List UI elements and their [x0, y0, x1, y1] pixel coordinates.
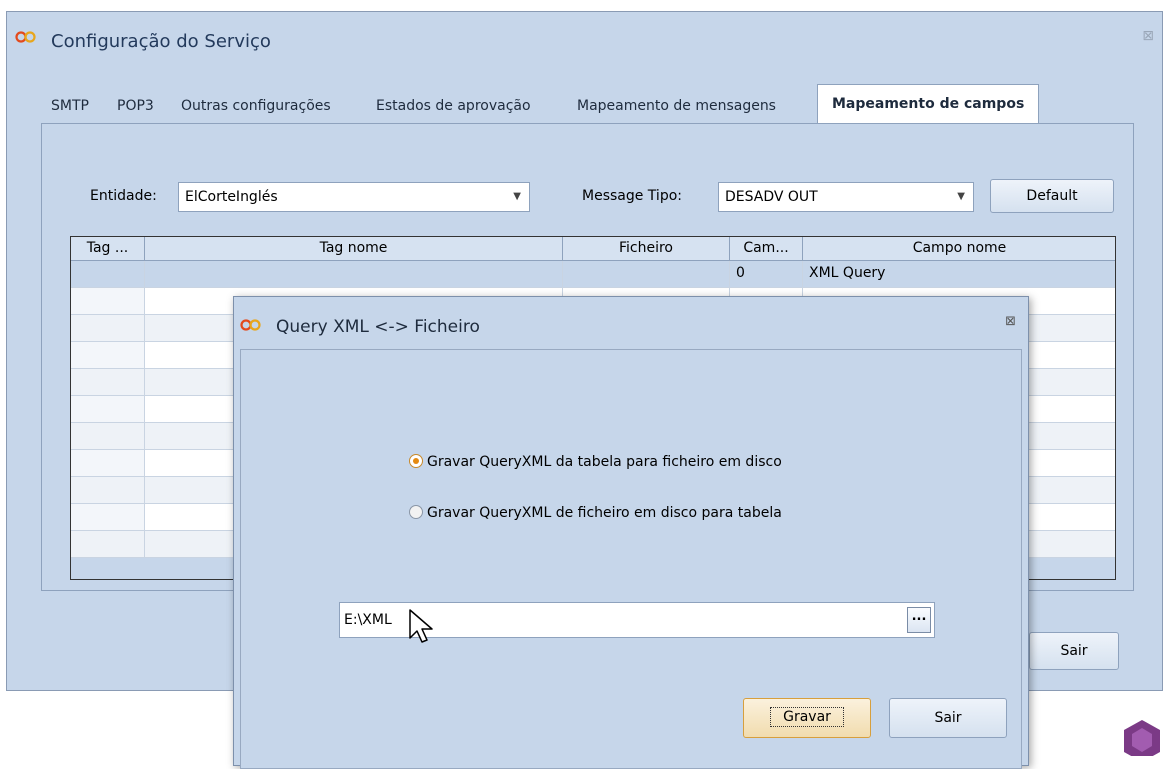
tab-mapeamento-campos[interactable]: Mapeamento de campos: [817, 84, 1040, 124]
gravar-button-label: Gravar: [770, 707, 844, 727]
main-window-title: Configuração do Serviço: [51, 31, 271, 52]
grid-cell: [71, 342, 145, 368]
grid-cell: [563, 261, 730, 287]
grid-cell: [145, 261, 563, 287]
default-button[interactable]: Default: [990, 179, 1114, 213]
option-disk-to-table[interactable]: Gravar QueryXML de ficheiro em disco par…: [409, 505, 782, 521]
option-disk-to-table-label: Gravar QueryXML de ficheiro em disco par…: [427, 505, 782, 521]
main-close-icon[interactable]: ⊠: [1142, 28, 1154, 44]
tab-strip: SMTP POP3 Outras configurações Estados d…: [41, 84, 1122, 124]
app-logo-icon: [240, 319, 261, 331]
tab-pop3[interactable]: POP3: [117, 98, 154, 114]
grid-cell: [71, 396, 145, 422]
grid-cell: [71, 423, 145, 449]
message-tipo-value: DESADV OUT: [725, 189, 818, 205]
grid-cell: [71, 288, 145, 314]
gravar-button[interactable]: Gravar: [743, 698, 871, 738]
app-logo-icon: [15, 31, 36, 43]
tab-outras-configuracoes[interactable]: Outras configurações: [181, 98, 331, 114]
radio-unselected-icon[interactable]: [409, 505, 423, 519]
message-tipo-label: Message Tipo:: [582, 188, 682, 204]
grid-cell: [71, 369, 145, 395]
grid-cell: 0: [730, 261, 803, 287]
chevron-down-icon[interactable]: ▼: [957, 183, 965, 211]
dialog-close-icon[interactable]: ⊠: [1005, 314, 1016, 329]
dialog-titlebar[interactable]: Query XML <-> Ficheiro ⊠: [234, 297, 1028, 349]
grid-cell: [71, 531, 145, 557]
tab-smtp[interactable]: SMTP: [51, 98, 89, 114]
grid-cell: [71, 261, 145, 287]
dialog-title: Query XML <-> Ficheiro: [276, 317, 480, 337]
query-xml-dialog: Query XML <-> Ficheiro ⊠ Gravar QueryXML…: [233, 296, 1029, 769]
path-value: E:\XML: [344, 612, 392, 628]
grid-cell: [71, 315, 145, 341]
entidade-combo[interactable]: ElCorteInglés ▼: [178, 182, 530, 212]
option-table-to-disk-label: Gravar QueryXML da tabela para ficheiro …: [427, 454, 782, 470]
grid-cell: [71, 450, 145, 476]
grid-header-tag-nome[interactable]: Tag nome: [145, 237, 563, 261]
entidade-label: Entidade:: [90, 188, 157, 204]
option-table-to-disk[interactable]: Gravar QueryXML da tabela para ficheiro …: [409, 454, 782, 470]
entidade-value: ElCorteInglés: [185, 189, 278, 205]
browse-button[interactable]: ...: [907, 607, 931, 633]
grid-cell: [71, 477, 145, 503]
mouse-cursor-icon: [409, 609, 433, 643]
message-tipo-combo[interactable]: DESADV OUT ▼: [718, 182, 974, 212]
grid-cell: XML Query: [803, 261, 1115, 287]
tab-mapeamento-mensagens[interactable]: Mapeamento de mensagens: [577, 98, 776, 114]
table-row[interactable]: 0 XML Query: [71, 261, 1115, 288]
main-sair-button[interactable]: Sair: [1029, 632, 1119, 670]
grid-header-campo-nome[interactable]: Campo nome: [803, 237, 1115, 261]
grid-cell: [71, 504, 145, 530]
main-titlebar[interactable]: Configuração do Serviço ⊠: [7, 12, 1162, 68]
dialog-body: Gravar QueryXML da tabela para ficheiro …: [240, 349, 1022, 769]
tab-estados-aprovacao[interactable]: Estados de aprovação: [376, 98, 531, 114]
radio-selected-icon[interactable]: [409, 454, 423, 468]
corner-logo-icon: [1124, 720, 1160, 756]
grid-header-tag-id[interactable]: Tag ...: [71, 237, 145, 261]
grid-header-ficheiro[interactable]: Ficheiro: [563, 237, 730, 261]
dialog-sair-button[interactable]: Sair: [889, 698, 1007, 738]
chevron-down-icon[interactable]: ▼: [513, 183, 521, 211]
grid-header-campo-id[interactable]: Cam...: [730, 237, 803, 261]
